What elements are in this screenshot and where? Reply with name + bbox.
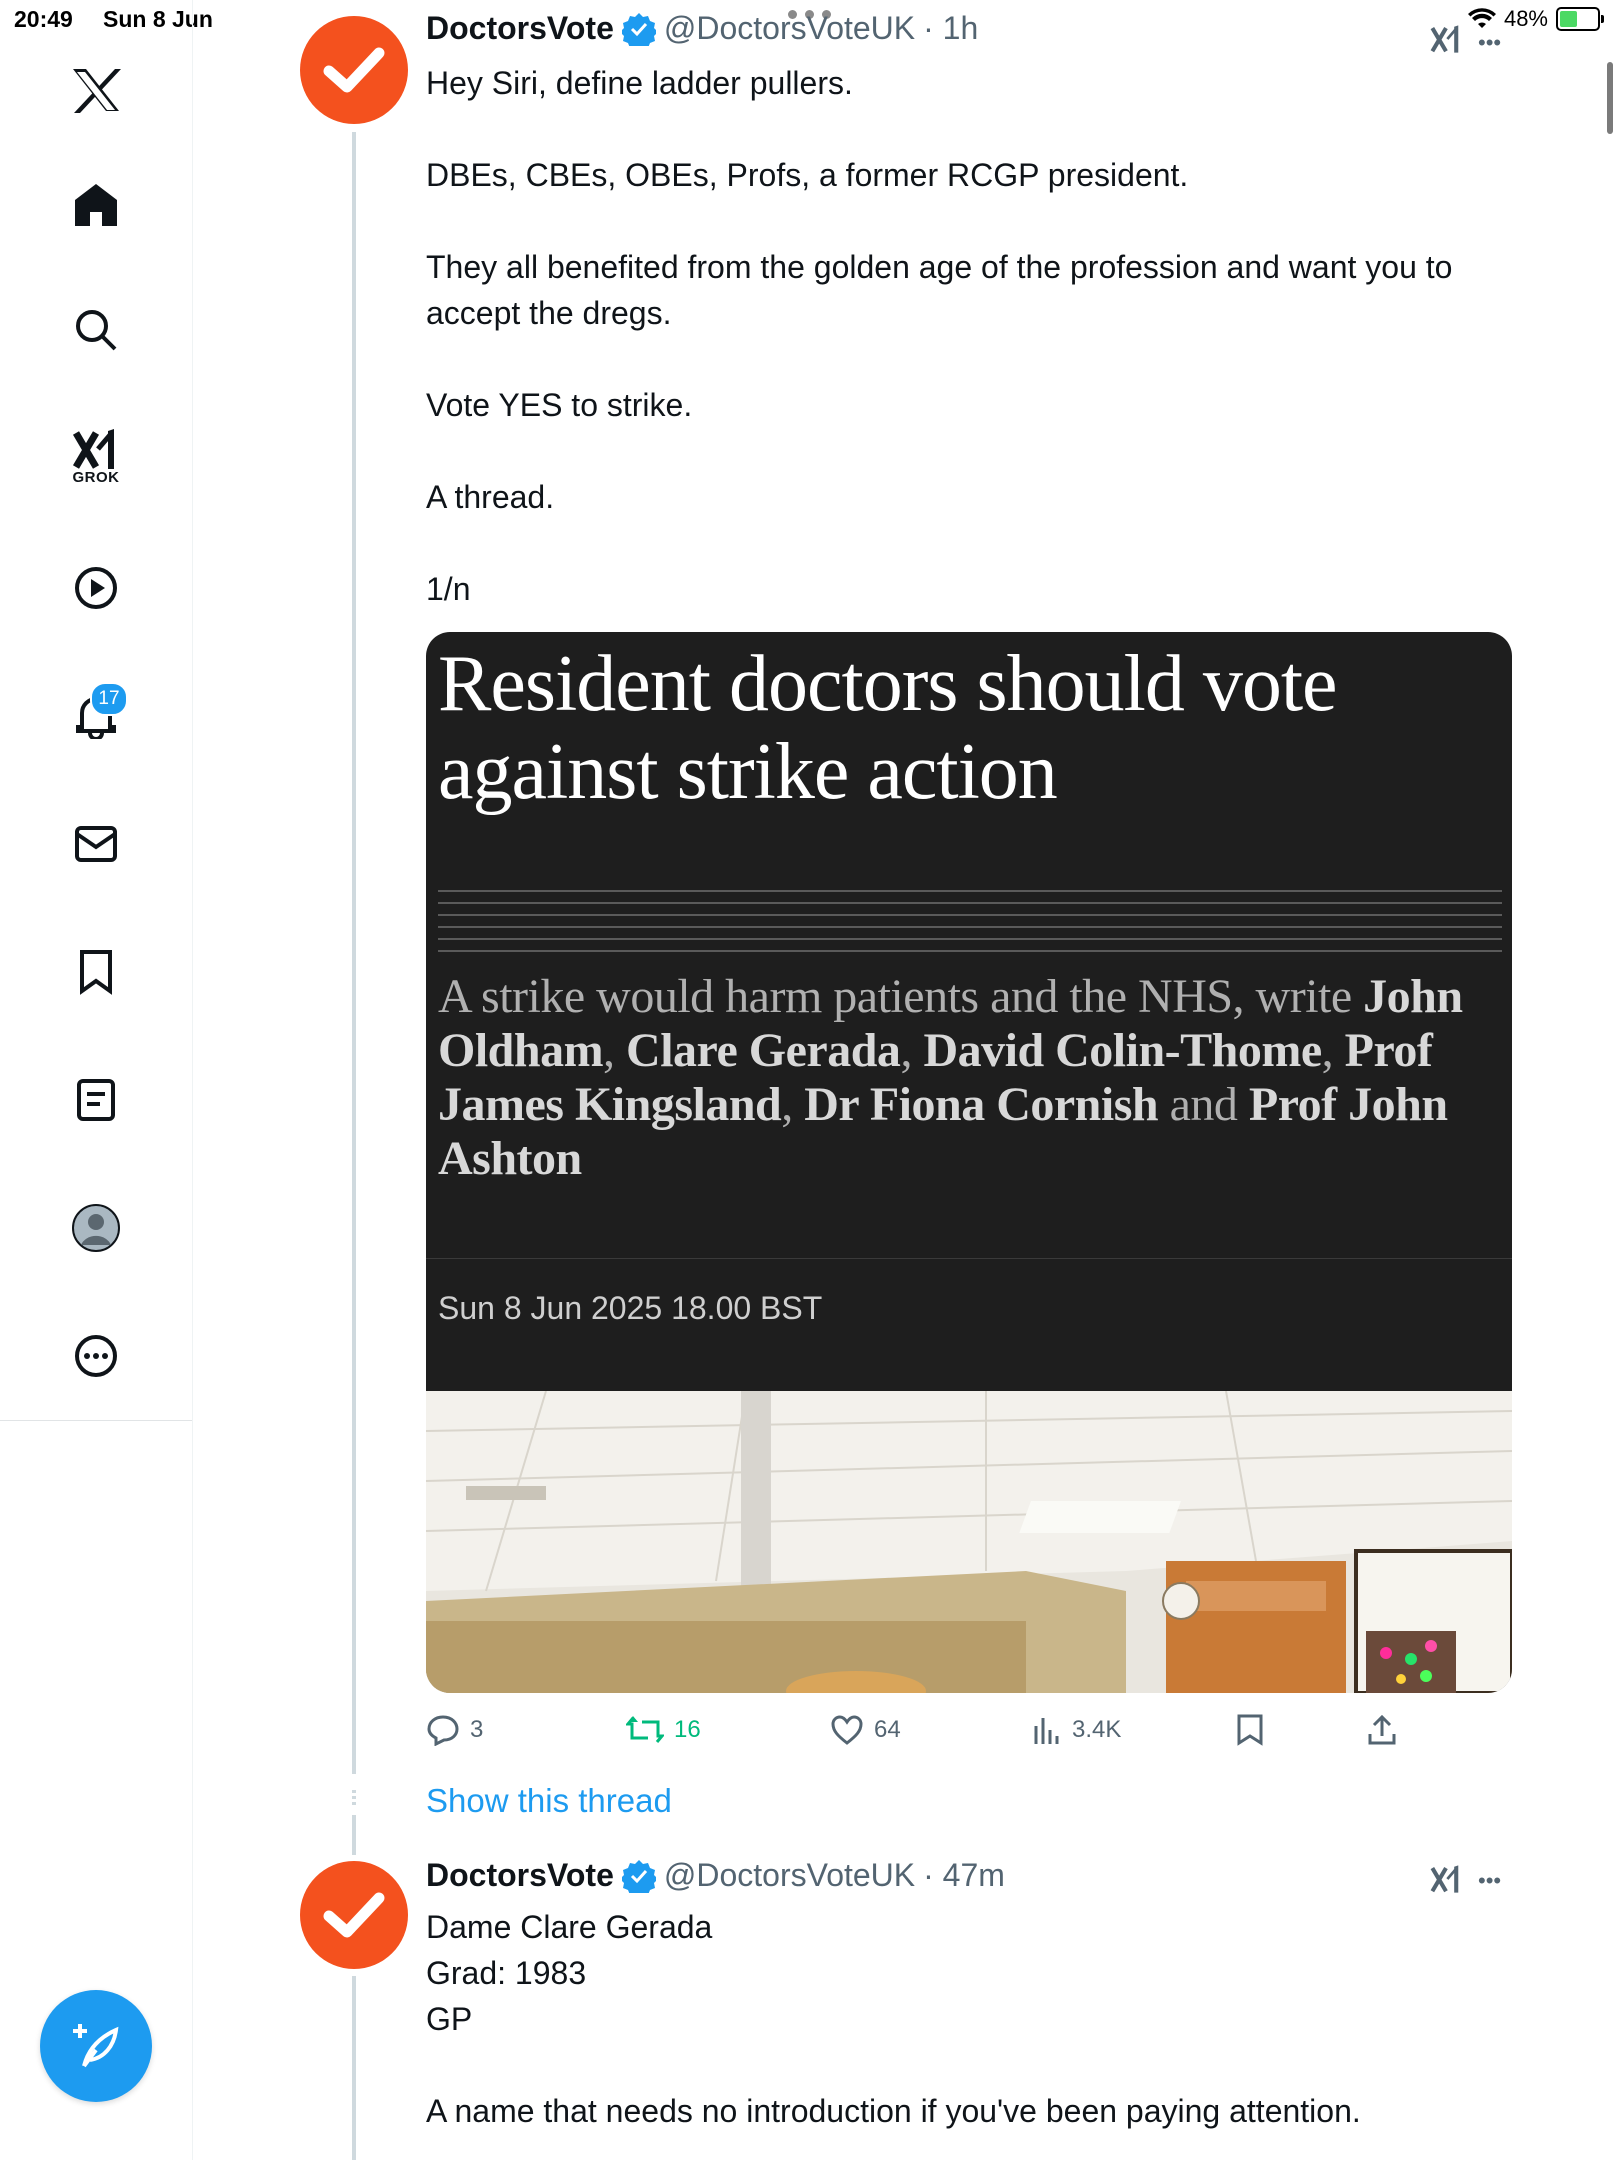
tweet1-author-name[interactable]: DoctorsVote bbox=[426, 10, 614, 47]
tweet2-author-name[interactable]: DoctorsVote bbox=[426, 1857, 614, 1894]
reply-button[interactable]: 3 bbox=[426, 1714, 483, 1746]
grok-label: GROK bbox=[72, 468, 120, 486]
tweet1-time[interactable]: · 1h bbox=[923, 10, 978, 47]
grok-icon bbox=[1430, 1865, 1459, 1893]
play-icon bbox=[75, 567, 117, 609]
author-name: Clare Gerada bbox=[626, 1024, 901, 1077]
author-name: Dr Fiona Cornish bbox=[804, 1078, 1159, 1131]
battery-icon bbox=[1556, 7, 1604, 31]
thread-line-connector bbox=[352, 1815, 356, 1855]
tweet1-text: Hey Siri, define ladder pullers. DBEs, C… bbox=[426, 65, 1453, 607]
tweet2-text: Dame Clare Gerada Grad: 1983 GP A name t… bbox=[426, 1909, 1361, 2129]
author-separator: , bbox=[781, 1078, 805, 1131]
checkmark-icon bbox=[323, 1892, 385, 1938]
compose-button[interactable] bbox=[40, 1990, 152, 2102]
tweet1-more-icon[interactable]: ••• bbox=[1478, 30, 1501, 56]
nav-bookmarks[interactable] bbox=[56, 932, 136, 1012]
mail-icon bbox=[75, 826, 117, 862]
standfirst-lead: A strike would harm patients and the NHS… bbox=[438, 970, 1364, 1023]
tweet2-header: DoctorsVote @DoctorsVoteUK · 47m bbox=[426, 1857, 1005, 1894]
nav-messages[interactable] bbox=[56, 804, 136, 884]
nav-grok[interactable]: GROK bbox=[56, 416, 136, 496]
grok-icon bbox=[72, 428, 114, 469]
reply-icon bbox=[427, 1715, 459, 1746]
sidebar-divider bbox=[0, 1420, 192, 1421]
nav-more[interactable] bbox=[56, 1316, 136, 1396]
checkmark-icon bbox=[323, 47, 385, 93]
tweet2-avatar[interactable] bbox=[300, 1861, 408, 1969]
tweet1-handle[interactable]: @DoctorsVoteUK bbox=[664, 10, 915, 47]
repost-icon bbox=[626, 1716, 664, 1743]
more-circle-icon bbox=[75, 1335, 117, 1377]
reply-count: 3 bbox=[470, 1716, 484, 1743]
card-photo-office bbox=[426, 1391, 1512, 1693]
home-icon bbox=[75, 184, 117, 226]
verified-badge-icon bbox=[621, 1859, 656, 1893]
views-button[interactable]: 3.4K bbox=[1032, 1714, 1121, 1746]
grok-icon bbox=[1430, 25, 1459, 53]
share-button[interactable] bbox=[1366, 1714, 1398, 1746]
status-right: 48% bbox=[1467, 6, 1604, 32]
author-separator: , bbox=[900, 1024, 924, 1077]
tweet1-grok-button[interactable] bbox=[1428, 24, 1464, 59]
avatar-icon bbox=[72, 1204, 120, 1252]
author-name: David Colin-Thome bbox=[923, 1024, 1322, 1077]
compose-feather-icon bbox=[73, 2024, 119, 2068]
tweet2-time[interactable]: · 47m bbox=[923, 1857, 1005, 1894]
heart-icon bbox=[831, 1715, 863, 1745]
battery-percent: 48% bbox=[1503, 6, 1548, 31]
nav-notifications[interactable]: 17 bbox=[56, 676, 136, 756]
bookmark-icon bbox=[80, 950, 112, 995]
scrollbar[interactable] bbox=[1607, 62, 1613, 134]
verified-badge-icon bbox=[621, 12, 656, 46]
views-count: 3.4K bbox=[1072, 1716, 1122, 1743]
tweet2-grok-button[interactable] bbox=[1428, 1864, 1464, 1899]
x-logo-icon bbox=[73, 69, 121, 113]
list-icon bbox=[77, 1079, 115, 1121]
nav-home[interactable] bbox=[56, 164, 136, 244]
bookmark-button[interactable] bbox=[1236, 1714, 1264, 1746]
thread-line bbox=[352, 132, 356, 1774]
card-rules bbox=[438, 890, 1502, 952]
tweet2-handle[interactable]: @DoctorsVoteUK bbox=[664, 1857, 915, 1894]
search-icon bbox=[76, 310, 117, 351]
tweet2-more-icon[interactable]: ••• bbox=[1478, 1868, 1501, 1894]
nav-profile[interactable] bbox=[56, 1188, 136, 1268]
bookmark-icon bbox=[1237, 1714, 1263, 1746]
repost-count: 16 bbox=[674, 1716, 701, 1743]
x-logo-button[interactable] bbox=[56, 50, 136, 130]
article-card[interactable]: Resident doctors should vote against str… bbox=[426, 632, 1512, 1693]
card-standfirst: A strike would harm patients and the NHS… bbox=[438, 970, 1508, 1186]
card-divider bbox=[426, 1258, 1512, 1259]
author-separator: , bbox=[603, 1024, 627, 1077]
nav-explore[interactable] bbox=[56, 290, 136, 370]
thread-line-2 bbox=[352, 1976, 356, 2160]
card-date: Sun 8 Jun 2025 18.00 BST bbox=[438, 1290, 823, 1326]
tweet1-header: DoctorsVote @DoctorsVoteUK · 1h bbox=[426, 10, 978, 47]
like-button[interactable]: 64 bbox=[830, 1714, 901, 1746]
like-count: 64 bbox=[874, 1716, 901, 1743]
tweet1-avatar[interactable] bbox=[300, 16, 408, 124]
thread-gap-dots bbox=[344, 1790, 364, 1808]
repost-button[interactable]: 16 bbox=[626, 1714, 701, 1746]
author-separator: , bbox=[1321, 1024, 1345, 1077]
share-icon bbox=[1368, 1714, 1396, 1745]
wifi-icon bbox=[1467, 8, 1496, 29]
card-headline: Resident doctors should vote against str… bbox=[438, 640, 1338, 816]
nav-videos[interactable] bbox=[56, 548, 136, 628]
author-separator: and bbox=[1158, 1078, 1249, 1131]
nav-lists[interactable] bbox=[56, 1060, 136, 1140]
notification-badge: 17 bbox=[90, 682, 128, 716]
analytics-icon bbox=[1034, 1718, 1059, 1744]
show-thread-link[interactable]: Show this thread bbox=[426, 1782, 672, 1820]
